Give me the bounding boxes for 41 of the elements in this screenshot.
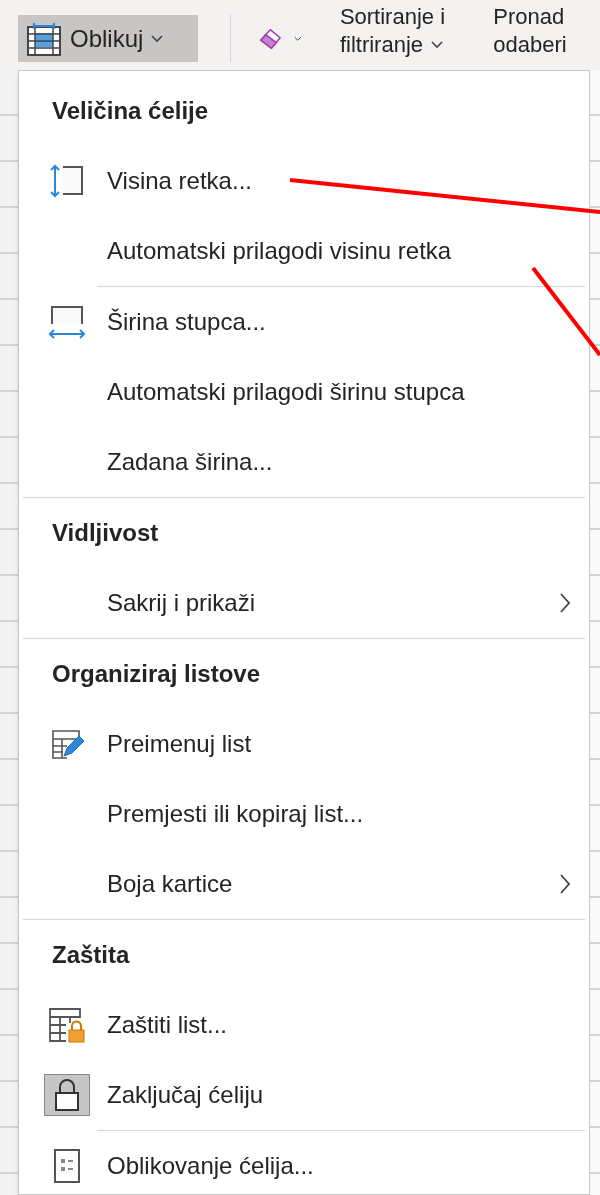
chevron-down-icon <box>151 34 164 43</box>
chevron-down-icon <box>431 41 443 49</box>
sort-filter-button[interactable]: Sortiranje i filtriranje <box>339 0 486 62</box>
menu-item-label: Zaključaj ćeliju <box>107 1080 264 1110</box>
chevron-down-icon <box>294 34 302 43</box>
sheet-pencil-icon <box>50 728 84 760</box>
menu-item[interactable]: Automatski prilagodi visinu retka <box>19 216 589 286</box>
menu-item[interactable]: Preimenuj list <box>19 709 589 779</box>
menu-item[interactable]: Širina stupca... <box>19 287 589 357</box>
menu-item-label: Boja kartice <box>107 869 233 899</box>
menu-item[interactable]: Boja kartice <box>19 849 589 919</box>
section-heading: Veličina ćelije <box>51 96 210 126</box>
menu-item[interactable]: Premjesti ili kopiraj list... <box>19 779 589 849</box>
menu-item-label: Širina stupca... <box>107 307 266 337</box>
menu-item-label: Sakrij i prikaži <box>107 588 256 618</box>
menu-item-label: Oblikovanje ćelija... <box>107 1151 314 1181</box>
menu-item[interactable]: Zaštiti list... <box>19 990 589 1060</box>
column-width-icon <box>47 304 87 340</box>
menu-item-label: Preimenuj list <box>107 729 252 759</box>
menu-item[interactable]: Sakrij i prikaži <box>19 568 589 638</box>
menu-item[interactable]: Zadana širina... <box>19 427 589 497</box>
table-icon <box>26 20 62 57</box>
menu-item-label: Premjesti ili kopiraj list... <box>107 799 364 829</box>
row-height-icon <box>49 164 85 198</box>
menu-item[interactable]: Automatski prilagodi širinu stupca <box>19 357 589 427</box>
section-heading: Organiziraj listove <box>51 659 262 689</box>
menu-item-label: Zadana širina... <box>107 447 273 477</box>
menu-item[interactable]: Visina retka... <box>19 146 589 216</box>
button-label: Oblikuj <box>70 23 144 54</box>
menu-item[interactable]: Oblikovanje ćelija... <box>19 1131 589 1194</box>
menu-item[interactable]: Zaključaj ćeliju <box>19 1060 589 1130</box>
menu-item-label: Zaštiti list... <box>107 1010 227 1040</box>
section-heading: Zaštita <box>51 940 131 970</box>
menu-item-label: Automatski prilagodi širinu stupca <box>107 377 465 407</box>
sheet-lock-icon <box>47 1006 87 1044</box>
find-select-button[interactable]: Pronad odaberi <box>493 0 600 62</box>
menu-item-label: Visina retka... <box>107 166 252 196</box>
format-cells-icon <box>52 1148 82 1184</box>
section-heading: Vidljivost <box>51 518 160 548</box>
menu-item-label: Automatski prilagodi visinu retka <box>107 236 452 266</box>
format-button[interactable]: Oblikuj <box>18 15 198 62</box>
